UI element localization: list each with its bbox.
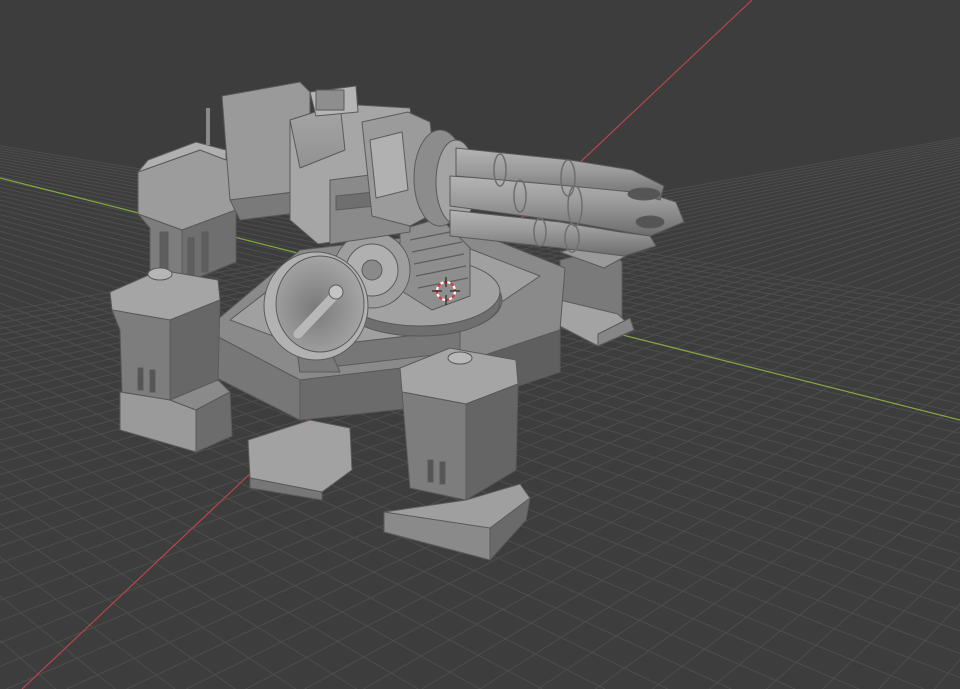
muzzle-opening — [627, 187, 661, 201]
3d-viewport[interactable] — [0, 0, 960, 689]
corner-pillar-front-left — [109, 267, 233, 453]
